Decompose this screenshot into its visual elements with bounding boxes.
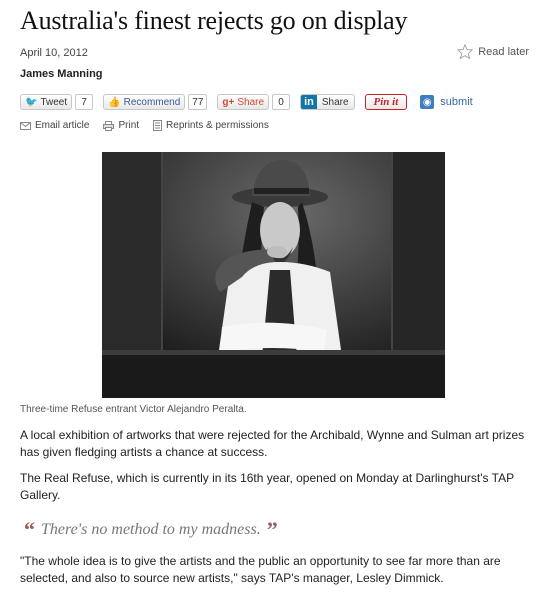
linkedin-share-label: Share <box>321 96 349 108</box>
close-quote-icon: ” <box>266 517 278 542</box>
body-paragraph: "The whole idea is to give the artists a… <box>20 554 501 585</box>
facebook-recommend-button[interactable]: 👍 Recommend <box>103 94 186 110</box>
email-article-label: Email article <box>35 120 90 131</box>
body-paragraph: A local exhibition of artworks that were… <box>20 428 525 459</box>
print-link[interactable]: Print <box>103 120 139 131</box>
reprints-permissions-link[interactable]: Reprints & permissions <box>153 120 269 131</box>
article-date: April 10, 2012 <box>20 47 88 59</box>
tweet-count: 7 <box>75 94 94 110</box>
google-plus-icon: g+ <box>222 96 235 108</box>
email-article-link[interactable]: Email article <box>20 120 89 131</box>
envelope-icon <box>20 121 31 130</box>
article-author[interactable]: James Manning <box>20 68 103 80</box>
recommend-count: 77 <box>188 94 208 110</box>
recommend-label: Recommend <box>123 96 181 108</box>
body-paragraph: The Real Refuse, which is currently in i… <box>20 471 514 502</box>
printer-icon <box>103 120 115 131</box>
tweet-label: Tweet <box>40 96 68 108</box>
read-later-button[interactable]: Read later <box>457 44 529 59</box>
pull-quote-text: There's no method to my madness. <box>41 521 261 538</box>
photo-caption: Three-time Refuse entrant Victor Alejand… <box>20 404 247 415</box>
read-later-label: Read later <box>478 45 529 58</box>
tweet-button[interactable]: 🐦 Tweet <box>20 94 73 110</box>
print-label: Print <box>118 120 140 131</box>
facebook-like-icon: 👍 <box>108 96 121 108</box>
reddit-submit-button[interactable]: ◉ submit <box>420 95 473 109</box>
article-headline: Australia's finest rejects go on display <box>20 6 408 35</box>
twitter-bird-icon: 🐦 <box>25 96 38 108</box>
reprints-label: Reprints & permissions <box>166 120 269 131</box>
share-bar: 🐦 Tweet 7 👍 Recommend 77 g+ Share 0 in S… <box>20 94 473 110</box>
reddit-alien-icon: ◉ <box>420 95 435 109</box>
pull-quote: “ There's no method to my madness. ” <box>24 517 278 543</box>
star-icon <box>457 44 474 59</box>
gplus-share-label: Share <box>237 96 265 108</box>
article-tools: Email article Print Reprints & permissio… <box>20 120 283 131</box>
linkedin-icon: in <box>301 95 317 109</box>
google-plus-share-button[interactable]: g+ Share <box>217 94 270 110</box>
open-quote-icon: “ <box>24 517 35 542</box>
article-photo <box>102 152 445 398</box>
submit-label: submit <box>440 96 473 108</box>
linkedin-share-button[interactable]: in Share <box>300 94 355 110</box>
document-icon <box>153 120 163 131</box>
gplus-count: 0 <box>272 94 291 110</box>
pinterest-pin-it-button[interactable]: Pin it <box>364 94 408 110</box>
